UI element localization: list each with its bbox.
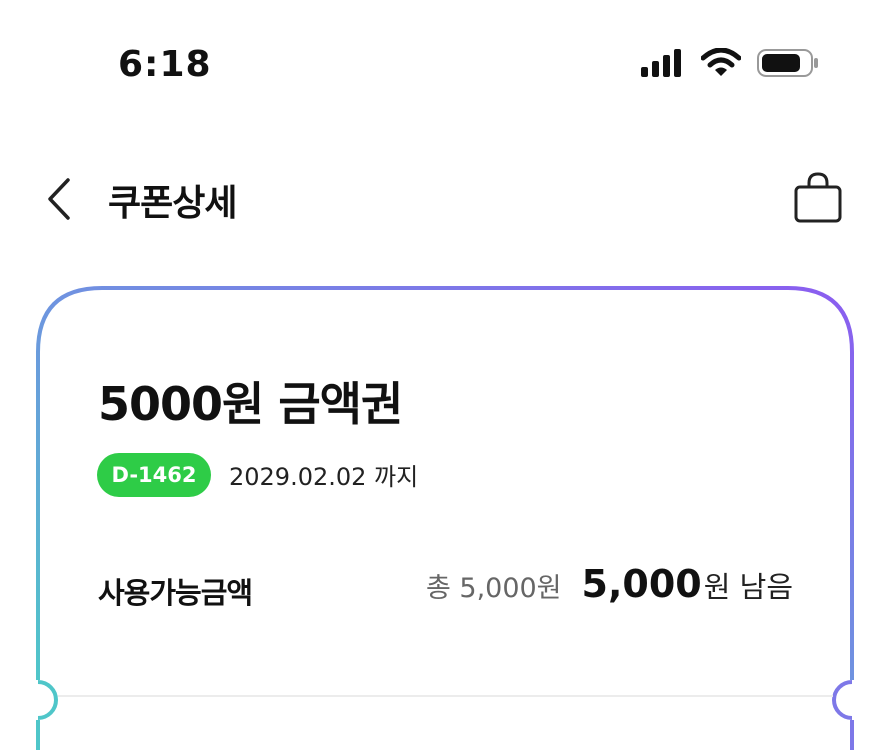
available-amount-label: 사용가능금액	[98, 576, 253, 610]
back-chevron-icon	[48, 178, 70, 220]
wifi-icon	[700, 47, 742, 82]
amount-summary: 총 5,000원 5,000 원 남음	[426, 562, 793, 606]
battery-icon	[757, 48, 819, 82]
card-divider	[58, 695, 833, 697]
remaining-amount: 5,000	[581, 562, 702, 606]
dday-badge: D-1462	[97, 453, 211, 497]
remaining-suffix: 원 남음	[703, 570, 793, 604]
total-amount: 총 5,000원	[425, 573, 562, 604]
coupon-title: 5000원 금액권	[98, 377, 403, 431]
status-time: 6:18	[118, 44, 212, 85]
page-title: 쿠폰상세	[108, 183, 237, 224]
back-button[interactable]	[38, 172, 82, 224]
shopping-bag-icon	[794, 172, 842, 223]
status-bar: 6:18	[0, 0, 891, 130]
expiry-date: 2029.02.02 까지	[229, 463, 419, 491]
app-header: 쿠폰상세	[0, 150, 891, 246]
signal-icon	[641, 49, 685, 81]
status-icons	[641, 47, 819, 82]
cart-button[interactable]	[790, 170, 846, 226]
